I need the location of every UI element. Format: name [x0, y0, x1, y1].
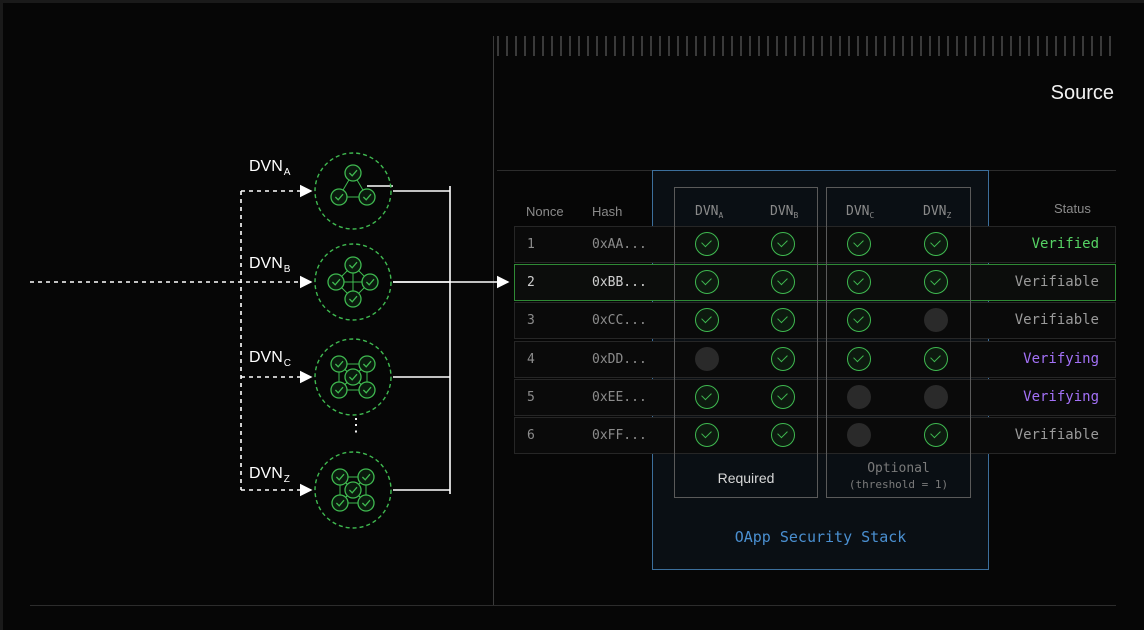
nonce-cell: 3	[527, 313, 535, 328]
dvn-label-c: DVNC	[249, 349, 291, 369]
nonce-cell: 5	[527, 390, 535, 405]
pending-dot-icon	[695, 347, 719, 371]
nonce-cell: 2	[527, 275, 535, 290]
optional-label: Optional (threshold = 1)	[826, 461, 971, 493]
check-icon	[771, 385, 795, 409]
dvn-label-z: DVNZ	[249, 465, 290, 485]
mini-check-circle	[344, 368, 362, 386]
dvn-label-b: DVNB	[249, 255, 290, 275]
mini-check-circle	[358, 188, 376, 206]
dvn-label-sub: C	[283, 358, 292, 369]
more-dvns-ellipsis: ⋮	[347, 415, 365, 435]
mini-check-circle	[358, 355, 376, 373]
check-icon	[695, 385, 719, 409]
check-icon	[771, 232, 795, 256]
check-icon	[771, 347, 795, 371]
mini-check-circle	[331, 494, 349, 512]
check-icon	[771, 270, 795, 294]
mini-check-circle	[344, 256, 362, 274]
hash-cell: 0xCC...	[592, 313, 647, 328]
check-icon	[847, 308, 871, 332]
col-header-hash: Hash	[592, 204, 623, 219]
optional-title: Optional	[867, 461, 930, 476]
mini-check-circle	[344, 481, 362, 499]
dvn-label-text: DVN	[249, 255, 283, 272]
mini-check-circle	[331, 468, 349, 486]
hash-cell: 0xBB...	[592, 275, 647, 290]
status-badge: Verifying	[1023, 351, 1099, 367]
mini-check-circle	[357, 468, 375, 486]
check-icon	[924, 232, 948, 256]
check-icon	[695, 270, 719, 294]
hash-cell: 0xAA...	[592, 237, 647, 252]
dvn-label-sub: A	[283, 167, 291, 178]
check-icon	[924, 270, 948, 294]
status-badge: Verifiable	[1014, 312, 1099, 328]
required-label: Required	[717, 470, 775, 486]
col-header-status: Status	[1054, 201, 1091, 216]
pending-dot-icon	[924, 308, 948, 332]
mini-check-circle	[344, 290, 362, 308]
status-badge: Verifiable	[1014, 274, 1099, 290]
check-icon	[695, 232, 719, 256]
status-badge: Verifiable	[1014, 427, 1099, 443]
check-icon	[847, 270, 871, 294]
hash-cell: 0xFF...	[592, 428, 647, 443]
mini-check-circle	[357, 494, 375, 512]
dvn-label-text: DVN	[249, 158, 283, 175]
hash-cell: 0xDD...	[592, 352, 647, 367]
mini-check-circle	[330, 355, 348, 373]
check-icon	[771, 423, 795, 447]
check-icon	[924, 423, 948, 447]
pending-dot-icon	[847, 423, 871, 447]
optional-group-box	[826, 187, 971, 498]
check-icon	[924, 347, 948, 371]
nonce-cell: 1	[527, 237, 535, 252]
dvn-label-text: DVN	[249, 349, 283, 366]
dvn-label-text: DVN	[249, 465, 283, 482]
stack-label: OApp Security Stack	[734, 528, 907, 546]
mini-check-circle	[330, 188, 348, 206]
optional-threshold: (threshold = 1)	[848, 478, 949, 491]
hash-cell: 0xEE...	[592, 390, 647, 405]
status-badge: Verified	[1031, 236, 1099, 252]
required-group-box	[674, 187, 818, 498]
status-badge: Verifying	[1023, 389, 1099, 405]
dvn-label-a: DVNA	[249, 158, 290, 178]
nonce-cell: 6	[527, 428, 535, 443]
diagram-canvas: Source DVNA DVNB DVNC DVNZ ⋮ Nonce Hash Sta…	[0, 0, 1144, 630]
check-icon	[847, 232, 871, 256]
check-icon	[695, 308, 719, 332]
nonce-cell: 4	[527, 352, 535, 367]
mini-check-circle	[361, 273, 379, 291]
mini-check-circle	[344, 164, 362, 182]
mini-check-circle	[358, 381, 376, 399]
mini-check-circle	[330, 381, 348, 399]
pending-dot-icon	[924, 385, 948, 409]
col-header-nonce: Nonce	[526, 204, 564, 219]
check-icon	[847, 347, 871, 371]
mini-check-circle	[327, 273, 345, 291]
check-icon	[695, 423, 719, 447]
check-icon	[771, 308, 795, 332]
pending-dot-icon	[847, 385, 871, 409]
dvn-label-sub: B	[283, 264, 291, 275]
dvn-label-sub: Z	[283, 474, 290, 485]
